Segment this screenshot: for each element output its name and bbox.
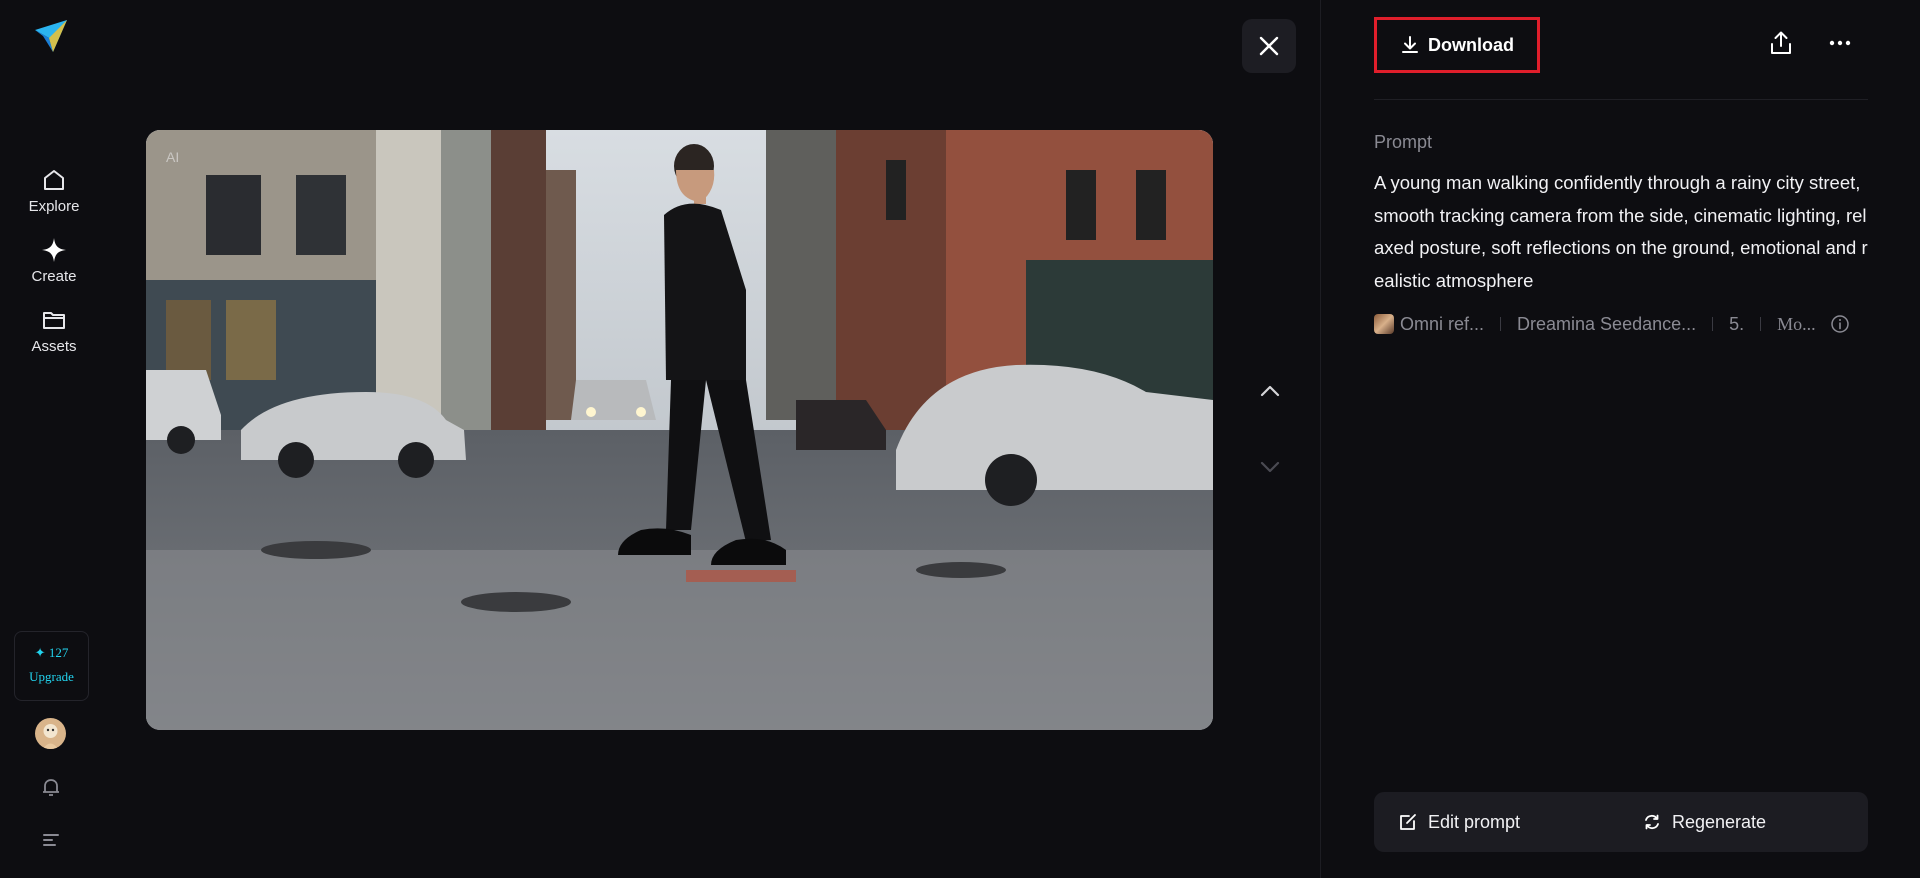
download-icon <box>1402 36 1418 53</box>
meta-separator <box>1712 317 1714 331</box>
meta-separator <box>1760 317 1762 331</box>
credits-count: ✦ 127 <box>34 645 69 660</box>
edit-prompt-label: Edit prompt <box>1428 811 1521 832</box>
nav-explore[interactable]: Explore <box>14 166 94 215</box>
chevron-down-icon[interactable] <box>1255 452 1285 482</box>
share-icon[interactable] <box>1768 30 1794 56</box>
download-label: Download <box>1428 34 1514 55</box>
panel-divider <box>1320 0 1321 878</box>
meta-reference: Omni ref... <box>1400 313 1485 334</box>
edit-icon <box>1400 814 1416 830</box>
prompt-label: Prompt <box>1374 132 1433 152</box>
meta-separator <box>1500 317 1502 331</box>
logo-icon[interactable] <box>31 16 71 56</box>
panel-separator <box>1374 99 1868 100</box>
sidebar: Explore Create Assets ✦ 127 Upgrade <box>0 0 100 878</box>
ai-watermark: AI <box>166 149 179 165</box>
close-button[interactable] <box>1242 19 1296 73</box>
avatar[interactable] <box>35 718 66 749</box>
chevron-up-icon[interactable] <box>1255 376 1285 406</box>
nav-assets[interactable]: Assets <box>14 306 94 355</box>
nav-assets-label: Assets <box>31 338 77 355</box>
media-viewer: AI <box>100 0 1320 878</box>
nav-create[interactable]: Create <box>14 236 94 285</box>
generation-meta: Omni ref... Dreamina Seedance... 5. Mo..… <box>1374 310 1868 338</box>
home-icon <box>44 170 64 190</box>
regenerate-icon <box>1645 814 1659 830</box>
reference-thumbnail <box>1374 314 1394 334</box>
menu-icon[interactable] <box>39 828 63 852</box>
credits-box[interactable]: ✦ 127 Upgrade <box>14 631 89 701</box>
regenerate-button[interactable]: Regenerate <box>1642 792 1766 852</box>
meta-duration: 5. <box>1729 313 1745 334</box>
edit-prompt-button[interactable]: Edit prompt <box>1398 792 1520 852</box>
meta-model: Dreamina Seedance... <box>1517 313 1697 334</box>
action-bar: Edit prompt Regenerate <box>1374 792 1868 852</box>
bell-icon[interactable] <box>39 775 63 799</box>
details-panel: Download Prompt A young man walking conf… <box>1374 0 1868 878</box>
prompt-text: A young man walking confidently through … <box>1374 172 1868 291</box>
nav-explore-label: Explore <box>28 198 80 215</box>
sparkle-icon <box>42 238 66 262</box>
meta-mode: Mo... <box>1777 313 1816 334</box>
download-button[interactable]: Download <box>1374 17 1540 73</box>
upgrade-link[interactable]: Upgrade <box>15 669 88 685</box>
generated-image[interactable]: AI <box>146 130 1213 730</box>
regenerate-label: Regenerate <box>1672 811 1767 832</box>
info-icon[interactable] <box>1830 314 1850 334</box>
folder-icon <box>43 312 65 329</box>
nav-create-label: Create <box>31 268 77 285</box>
more-icon[interactable] <box>1827 30 1853 56</box>
close-icon <box>1259 36 1279 56</box>
